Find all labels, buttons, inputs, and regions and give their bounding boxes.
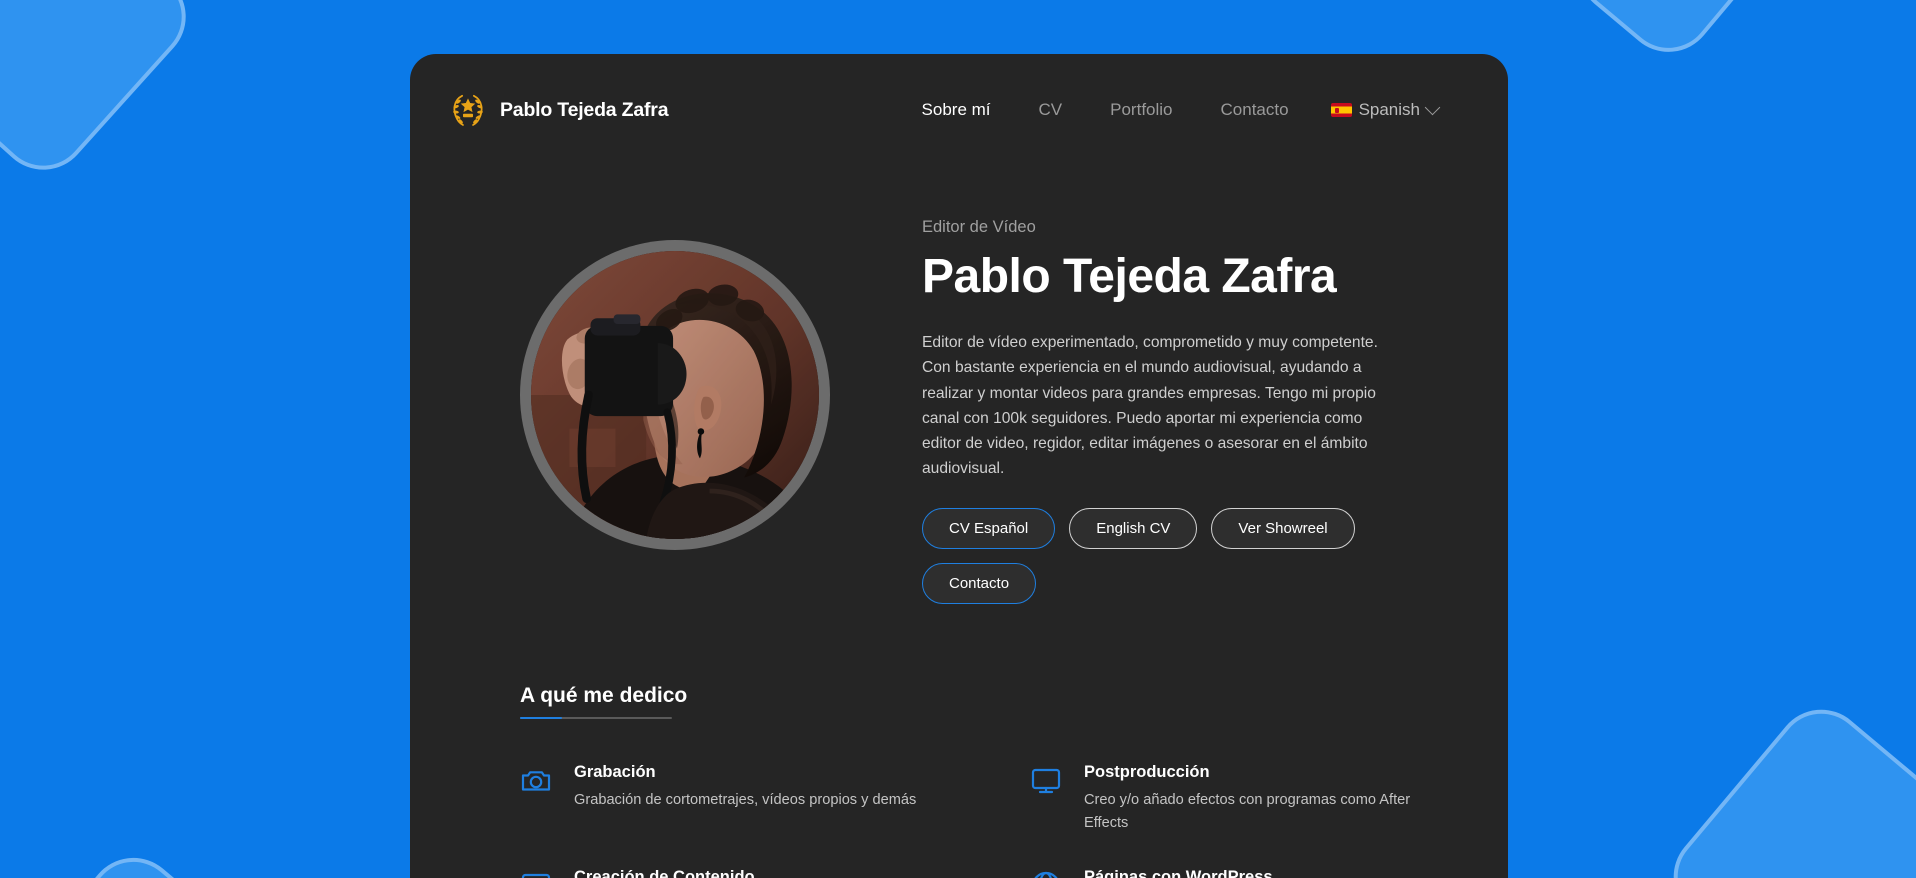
main-navigation: Sobre mí CV Portfolio Contacto Spanish: [898, 94, 1448, 126]
background-decoration-shape: [0, 0, 205, 189]
language-label: Spanish: [1358, 100, 1420, 119]
camera-icon: [520, 765, 552, 797]
service-item-paginas-con-wordpress: Páginas con WordPress Creo y edito págin…: [1030, 868, 1448, 878]
section-title: A qué me dedico: [520, 683, 688, 707]
spain-flag-icon: [1330, 103, 1352, 117]
portfolio-page-card: Pablo Tejeda Zafra Sobre mí CV Portfolio…: [410, 54, 1508, 878]
nav-item-portfolio[interactable]: Portfolio: [1086, 94, 1196, 126]
language-selector[interactable]: Spanish: [1313, 94, 1448, 126]
services-section: A qué me dedico Grabación Grabación de c…: [410, 604, 1508, 878]
background-decoration-shape: [1559, 0, 1771, 71]
laurel-wreath-star-icon: [448, 90, 488, 130]
service-item-postproduccion: Postproducción Creo y/o añado efectos co…: [1030, 763, 1448, 834]
monitor-icon: [1030, 765, 1062, 797]
hero-bio: Editor de vídeo experimentado, compromet…: [922, 334, 1378, 478]
service-title: Grabación: [574, 763, 656, 781]
service-item-creacion-de-contenido: Creación de Contenido Creo y edito mi pr…: [520, 868, 938, 878]
hero-text: Editor de Vídeo Pablo Tejeda Zafra Edito…: [922, 206, 1402, 604]
section-underline: [520, 716, 672, 719]
service-description: Grabación de cortometrajes, vídeos propi…: [574, 792, 917, 808]
section-heading: A qué me dedico: [520, 683, 688, 719]
contacto-button[interactable]: Contacto: [922, 562, 1037, 604]
english-cv-button[interactable]: English CV: [1069, 507, 1198, 549]
brand-logo[interactable]: Pablo Tejeda Zafra: [448, 90, 669, 130]
hero-eyebrow: Editor de Vídeo: [922, 218, 1036, 236]
service-title: Páginas con WordPress: [1084, 868, 1273, 878]
service-description: Creo y/o añado efectos con programas com…: [1084, 792, 1411, 831]
hero-button-group: CV Español English CV Ver Showreel Conta…: [922, 507, 1402, 604]
ver-showreel-button[interactable]: Ver Showreel: [1211, 507, 1355, 549]
page-title: Pablo Tejeda Zafra: [922, 250, 1337, 303]
nav-item-sobre-mi[interactable]: Sobre mí: [898, 94, 1015, 126]
brand-name: Pablo Tejeda Zafra: [500, 98, 669, 121]
site-header: Pablo Tejeda Zafra Sobre mí CV Portfolio…: [410, 54, 1508, 130]
services-grid: Grabación Grabación de cortometrajes, ví…: [520, 763, 1448, 878]
service-title: Postproducción: [1084, 763, 1210, 781]
background-decoration-shape: [1654, 690, 1916, 878]
monitor-icon: [520, 870, 552, 878]
nav-item-contacto[interactable]: Contacto: [1197, 94, 1313, 126]
chevron-down-icon: [1424, 99, 1441, 116]
service-title: Creación de Contenido: [574, 868, 755, 878]
globe-icon: [1030, 870, 1062, 878]
avatar: [531, 251, 819, 539]
background-decoration-shape: [0, 839, 281, 878]
service-item-grabacion: Grabación Grabación de cortometrajes, ví…: [520, 763, 938, 834]
cv-espanol-button[interactable]: CV Español: [922, 507, 1056, 549]
nav-item-cv[interactable]: CV: [1015, 94, 1087, 126]
avatar-ring: [520, 240, 830, 550]
hero-section: Editor de Vídeo Pablo Tejeda Zafra Edito…: [410, 130, 1508, 604]
